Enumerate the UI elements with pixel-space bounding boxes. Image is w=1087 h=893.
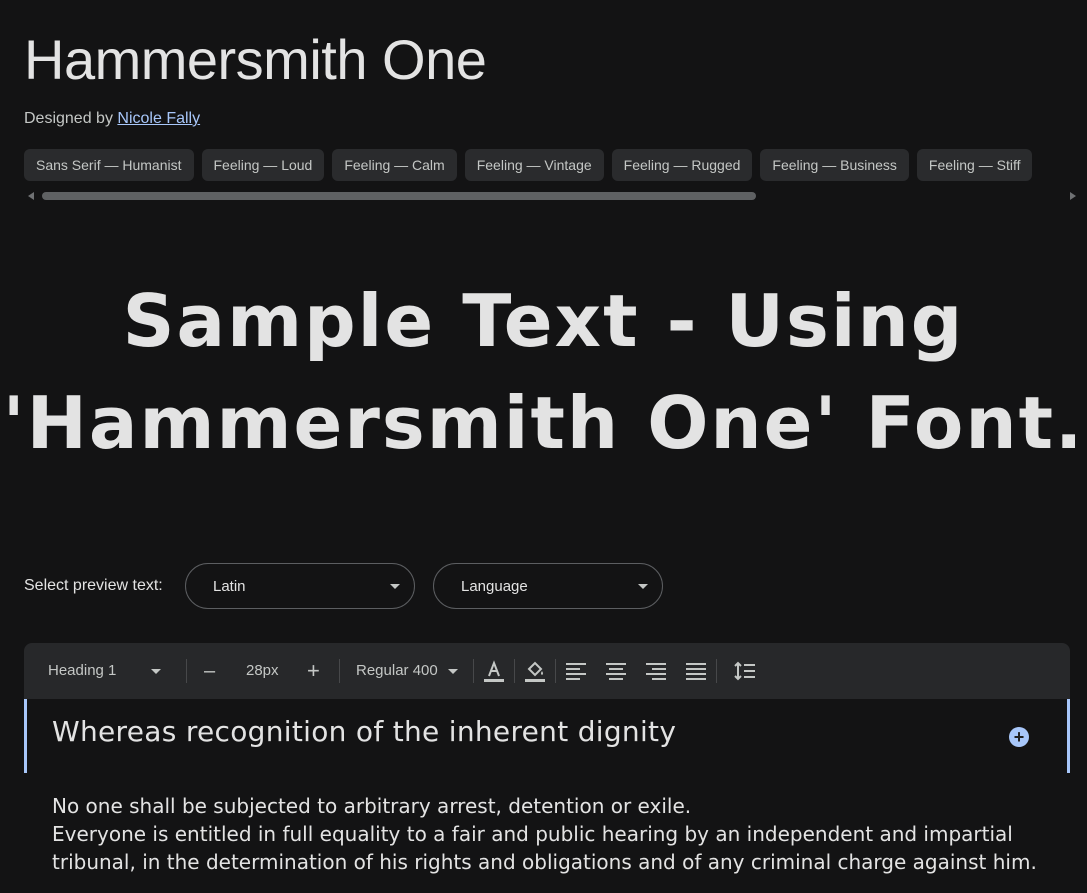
script-select[interactable]: Latin <box>185 563 415 609</box>
line-height-icon[interactable] <box>733 659 757 683</box>
font-weight-select[interactable]: Regular 400 <box>356 643 458 699</box>
tag-chip[interactable]: Feeling — Stiff <box>916 149 1033 181</box>
tag-chip[interactable]: Feeling — Rugged <box>611 149 753 181</box>
editor-heading-row[interactable]: Whereas recognition of the inherent dign… <box>24 699 1070 773</box>
scroll-right-icon[interactable] <box>1070 192 1076 200</box>
increase-size-button[interactable]: + <box>307 643 320 699</box>
dropdown-arrow-icon <box>638 584 648 589</box>
language-select-value: Language <box>461 578 528 595</box>
tags-scrollbar[interactable] <box>24 190 1076 202</box>
language-select[interactable]: Language <box>433 563 663 609</box>
toolbar-divider <box>555 659 556 683</box>
toolbar-divider <box>186 659 187 683</box>
decrease-size-button[interactable]: – <box>204 643 215 699</box>
designer-prefix: Designed by <box>24 110 113 127</box>
highlight-color-icon[interactable] <box>523 659 547 683</box>
editor-heading-text[interactable]: Whereas recognition of the inherent dign… <box>52 715 676 748</box>
text-color-icon[interactable] <box>482 659 506 683</box>
add-circle-icon[interactable]: + <box>1009 727 1029 747</box>
scroll-left-icon[interactable] <box>28 192 34 200</box>
align-center-icon[interactable] <box>604 659 628 683</box>
font-title: Hammersmith One <box>24 28 487 91</box>
preview-label: Select preview text: <box>24 577 163 594</box>
tag-chip[interactable]: Sans Serif — Humanist <box>24 149 194 181</box>
editor-paragraph[interactable]: Everyone is entitled in full equality to… <box>52 820 1052 876</box>
dropdown-arrow-icon <box>390 584 400 589</box>
editor-paragraph[interactable]: No one shall be subjected to arbitrary a… <box>52 792 1052 820</box>
toolbar-divider <box>339 659 340 683</box>
align-justify-icon[interactable] <box>684 659 708 683</box>
scroll-thumb[interactable] <box>42 192 756 200</box>
sample-text: Sample Text - Using 'Hammersmith One' Fo… <box>2 279 1085 465</box>
text-style-select[interactable]: Heading 1 <box>48 643 161 699</box>
align-left-icon[interactable] <box>564 659 588 683</box>
editor-toolbar: Heading 1 – 28px + Regular 400 <box>24 643 1070 699</box>
align-right-icon[interactable] <box>644 659 668 683</box>
tag-list: Sans Serif — Humanist Feeling — Loud Feeli… <box>24 149 1087 181</box>
text-style-value: Heading 1 <box>48 662 117 679</box>
toolbar-divider <box>514 659 515 683</box>
dropdown-arrow-icon <box>150 668 161 674</box>
tag-chip[interactable]: Feeling — Calm <box>332 149 457 181</box>
tag-chip[interactable]: Feeling — Loud <box>201 149 325 181</box>
tag-chip[interactable]: Feeling — Vintage <box>464 149 604 181</box>
font-weight-value: Regular 400 <box>356 662 438 679</box>
designer-line: Designed by Nicole Fally <box>24 110 200 128</box>
designer-link[interactable]: Nicole Fally <box>117 110 200 127</box>
toolbar-divider <box>716 659 717 683</box>
tag-chip[interactable]: Feeling — Business <box>760 149 909 181</box>
script-select-value: Latin <box>213 578 246 595</box>
font-size-value[interactable]: 28px <box>246 643 279 699</box>
dropdown-arrow-icon <box>447 668 458 674</box>
toolbar-divider <box>473 659 474 683</box>
editor-body-text[interactable]: No one shall be subjected to arbitrary a… <box>52 792 1052 876</box>
